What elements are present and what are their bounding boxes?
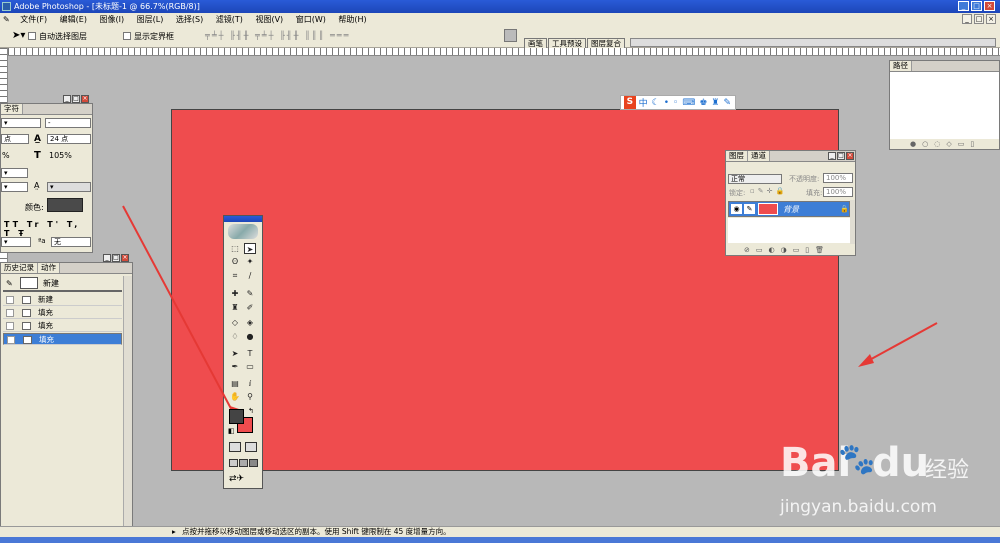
status-play-icon: ▸ bbox=[172, 527, 176, 536]
foreground-color-swatch[interactable] bbox=[229, 409, 244, 424]
watermark-cn: 经验 bbox=[925, 458, 970, 483]
watermark-url: jingyan.baidu.com bbox=[780, 497, 937, 517]
watermark-brand-2: du bbox=[872, 440, 930, 486]
windows-taskbar bbox=[0, 537, 1000, 543]
watermark-paw-icon: 🐾 bbox=[838, 442, 876, 477]
arrow-right-line bbox=[863, 322, 938, 364]
arrow-right-head bbox=[858, 354, 874, 367]
status-text: 点按并拖移以移动图层或移动选区的副本。使用 Shift 键限制在 45 度增量方… bbox=[182, 527, 451, 536]
arrow-left-line bbox=[122, 205, 237, 419]
baidu-jingyan-watermark: Bai 🐾 du 经验 jingyan.baidu.com bbox=[780, 440, 990, 530]
